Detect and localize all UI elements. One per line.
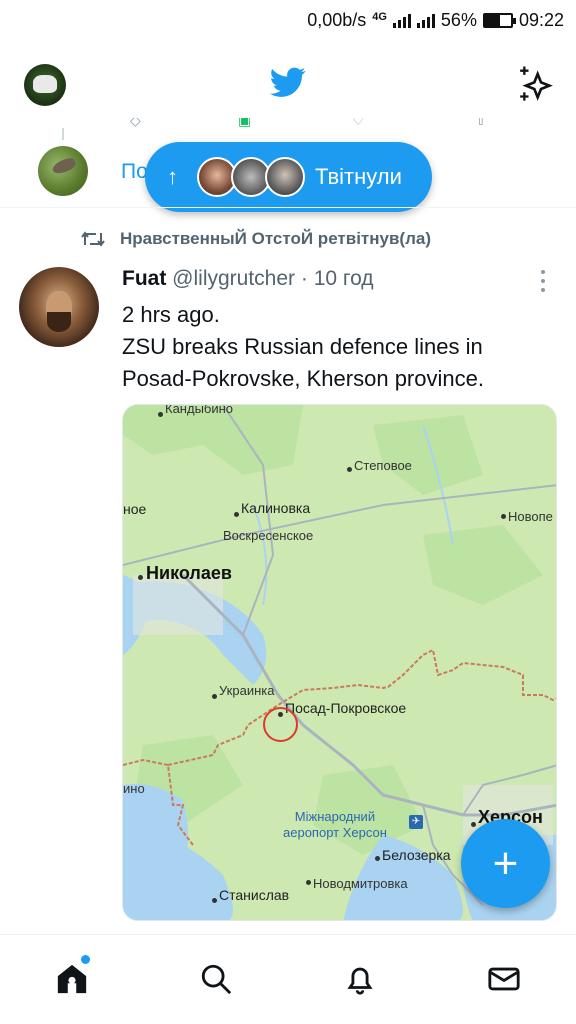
tweet-text-line: ZSU breaks Russian defence lines in xyxy=(122,334,483,359)
map-label: Украинка xyxy=(219,683,275,698)
clock: 09:22 xyxy=(518,9,564,30)
signal-icon-2 xyxy=(416,12,435,28)
tweet-header: Fuat @lilygrutcher · 10 год xyxy=(122,267,374,291)
tweet-time: · 10 год xyxy=(300,267,374,290)
map-dot xyxy=(347,467,352,472)
map-label: Калиновка xyxy=(241,500,311,516)
sparkle-icon[interactable] xyxy=(516,64,556,104)
bell-icon[interactable] xyxy=(340,959,380,999)
divider xyxy=(0,207,576,208)
pill-avatars xyxy=(197,157,305,197)
status-bar: 0,00b/s 4G 56% 09:22 xyxy=(0,0,576,40)
retweet-context-text: НравственныЙ ОтстоЙ ретвітнув(ла) xyxy=(120,229,431,248)
retweet-icon[interactable]: ▣ xyxy=(238,118,251,129)
map-dot xyxy=(158,412,163,417)
twitter-bird-icon[interactable] xyxy=(268,64,308,100)
more-options-icon[interactable] xyxy=(538,270,548,292)
map-label: ино xyxy=(123,781,145,796)
map-dot xyxy=(375,856,380,861)
map-dot xyxy=(234,512,239,517)
arrow-up-icon: ↑ xyxy=(167,164,178,189)
profile-avatar[interactable] xyxy=(24,64,66,106)
retweet-icon xyxy=(81,231,105,247)
airport-label: Міжнародний аеропорт Херсон xyxy=(283,809,387,841)
map-dot xyxy=(501,514,506,519)
retweet-context[interactable]: НравственныЙ ОтстоЙ ретвітнув(ла) xyxy=(80,229,431,249)
map-label: Степовое xyxy=(354,458,412,473)
map-dot xyxy=(471,822,476,827)
author-name[interactable]: Fuat xyxy=(122,267,166,290)
new-tweets-pill[interactable]: ↑ Твітнули xyxy=(145,142,432,212)
location-marker xyxy=(263,707,298,742)
home-icon[interactable] xyxy=(52,955,92,999)
battery-icon xyxy=(482,12,516,28)
tweet-text-line: Posad-Pokrovske, Kherson province. xyxy=(122,366,484,391)
compose-tweet-button[interactable]: + xyxy=(461,819,550,908)
map-label: ное xyxy=(123,501,147,517)
map-label: Новопе xyxy=(508,509,553,524)
bottom-navigation xyxy=(0,934,576,1024)
mail-icon[interactable] xyxy=(484,959,524,999)
network-type: 4G xyxy=(372,11,387,23)
map-dot xyxy=(306,880,311,885)
map-label: Станислав xyxy=(219,887,290,903)
map-label: Новодмитровка xyxy=(313,876,408,891)
network-speed: 0,00b/s xyxy=(307,9,367,30)
battery-percent: 56% xyxy=(440,9,477,30)
map-label: Николаев xyxy=(146,563,232,583)
notification-dot xyxy=(81,955,90,964)
map-label: Белозерка xyxy=(382,847,451,863)
airport-icon: ✈ xyxy=(409,815,423,829)
map-label: Кандыбино xyxy=(165,404,234,416)
author-handle[interactable]: @lilygrutcher xyxy=(172,267,295,290)
reply-icon[interactable]: ◇ xyxy=(130,118,141,129)
thread-line xyxy=(62,128,64,140)
map-dot xyxy=(138,575,143,580)
previous-tweet-actions: ◇ ▣ ♡ ⇧ xyxy=(120,118,500,132)
avatar xyxy=(265,157,305,197)
map-dot xyxy=(212,898,217,903)
share-icon[interactable]: ⇧ xyxy=(475,118,487,129)
map-label: Воскресенское xyxy=(223,528,314,543)
pill-label: Твітнули xyxy=(315,164,402,189)
signal-icon xyxy=(392,12,411,28)
map-label: Посад-Покровское xyxy=(285,700,407,716)
search-icon[interactable] xyxy=(196,959,236,999)
tweet-text-line: 2 hrs ago. xyxy=(122,302,220,327)
author-avatar[interactable] xyxy=(38,146,88,196)
tweet-author-avatar[interactable] xyxy=(19,267,99,347)
airport-label-line: Міжнародний xyxy=(294,809,376,824)
map-dot xyxy=(212,694,217,699)
like-icon[interactable]: ♡ xyxy=(352,118,365,129)
previous-tweet-text[interactable]: По xyxy=(121,160,148,184)
airport-label-line: аеропорт Херсон xyxy=(283,825,387,840)
top-app-bar xyxy=(0,40,576,128)
